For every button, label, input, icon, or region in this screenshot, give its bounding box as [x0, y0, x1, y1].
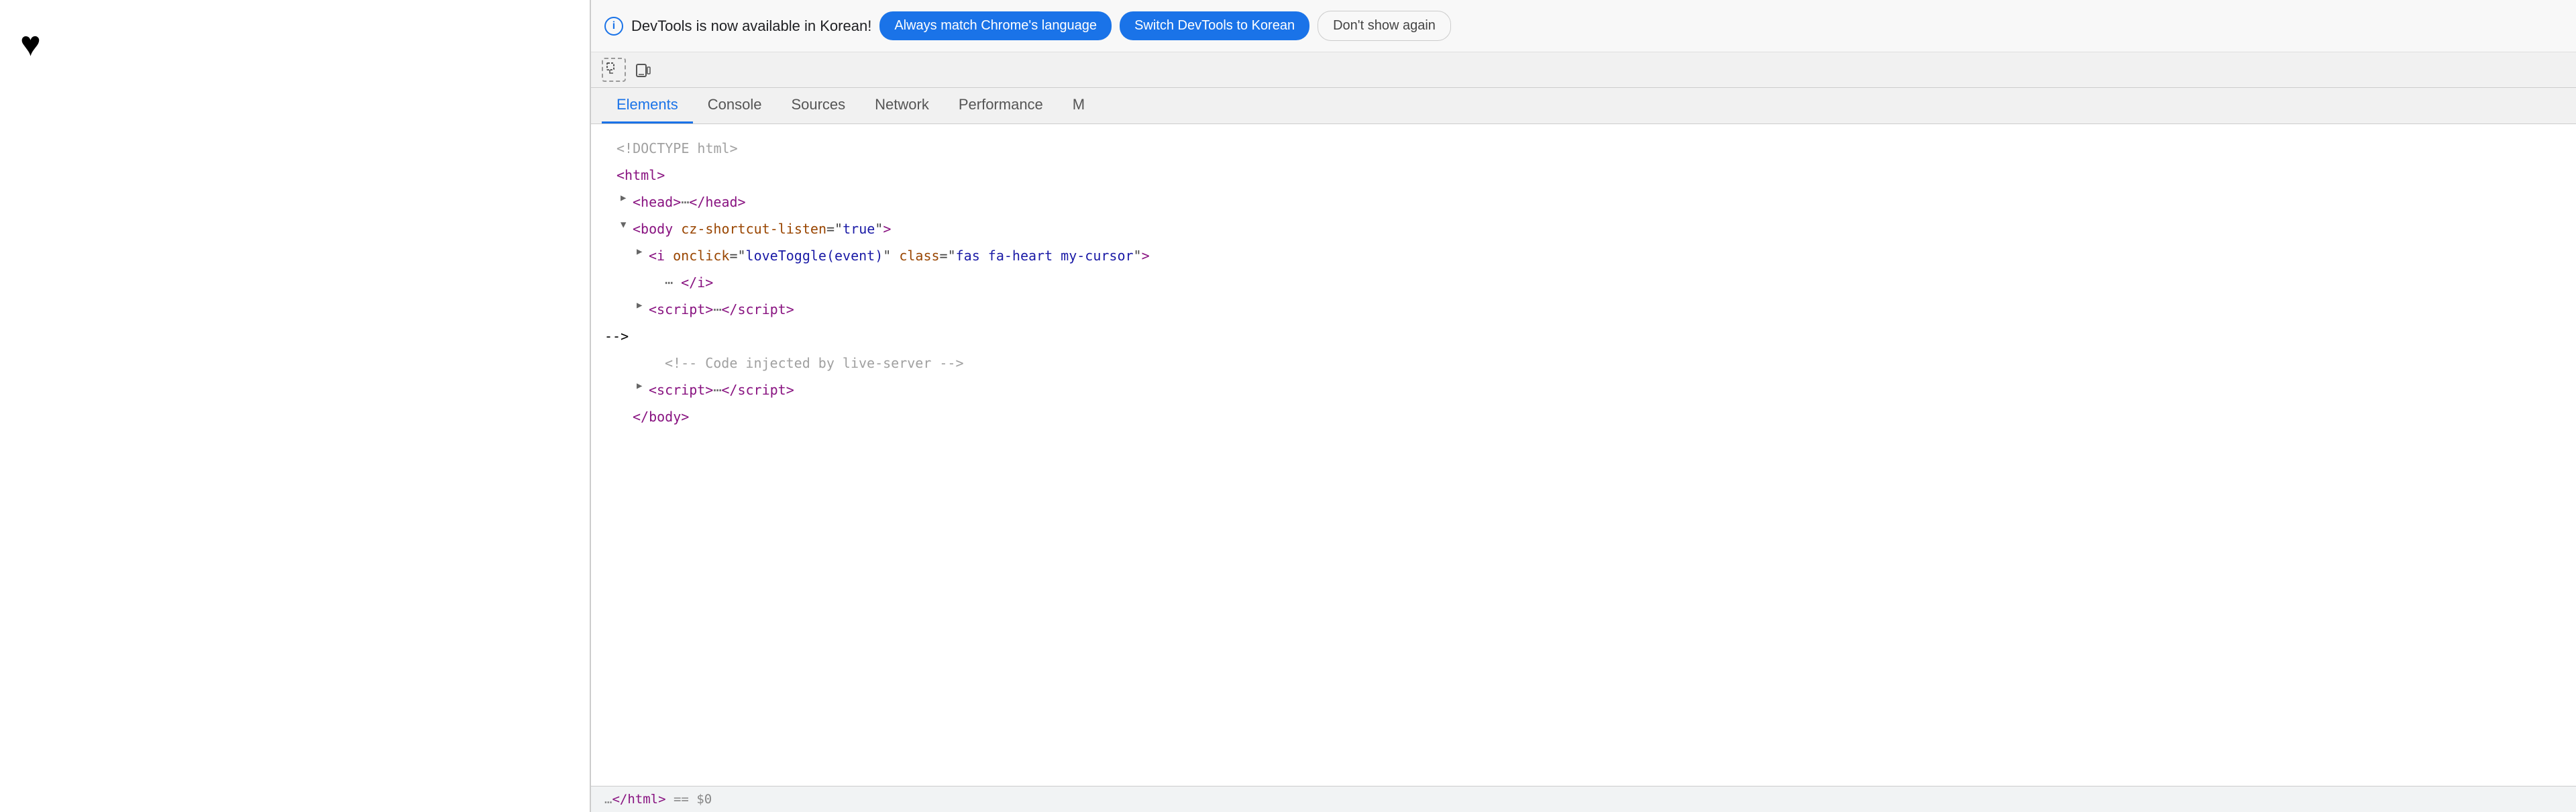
dom-i-ellipsis: ⋯ </i> — [604, 269, 2563, 296]
tab-sources[interactable]: Sources — [776, 88, 860, 123]
devtools-toolbar — [591, 52, 2576, 88]
dom-i-tag[interactable]: <i onclick="loveToggle(event)" class="fa… — [604, 242, 2563, 269]
tab-performance[interactable]: Performance — [944, 88, 1058, 123]
webpage-preview: ♥ — [0, 0, 590, 812]
device-mode-icon[interactable] — [631, 58, 655, 82]
info-icon: i — [604, 17, 623, 36]
dom-comment: <!-- Code injected by live-server --> — [604, 350, 2563, 376]
dom-script1[interactable]: <script>⋯</script> — [604, 296, 2563, 323]
dont-show-button[interactable]: Don't show again — [1318, 11, 1451, 41]
dom-doctype: <!DOCTYPE html> — [604, 135, 2563, 162]
dom-body-open[interactable]: <body cz-shortcut-listen="true" > — [604, 215, 2563, 242]
status-bar: …</html> == $0 — [591, 786, 2576, 812]
notification-bar: i DevTools is now available in Korean! A… — [591, 0, 2576, 52]
heart-icon: ♥ — [20, 27, 41, 62]
elements-panel: <!DOCTYPE html> <html> <head>⋯</head> <b… — [591, 124, 2576, 786]
notification-message: DevTools is now available in Korean! — [631, 17, 871, 35]
always-match-button[interactable]: Always match Chrome's language — [879, 11, 1112, 40]
dom-body-close: </body> — [604, 403, 2563, 430]
switch-devtools-button[interactable]: Switch DevTools to Korean — [1120, 11, 1309, 40]
tab-more[interactable]: M — [1058, 88, 1099, 123]
tab-network[interactable]: Network — [860, 88, 944, 123]
devtools-tabs: Elements Console Sources Network Perform… — [591, 88, 2576, 124]
inspect-element-icon[interactable] — [602, 58, 626, 82]
dom-script2[interactable]: <script>⋯</script> — [604, 376, 2563, 403]
devtools-panel: i DevTools is now available in Korean! A… — [590, 0, 2576, 812]
status-text: …</html> == $0 — [604, 792, 712, 807]
tab-elements[interactable]: Elements — [602, 88, 693, 123]
dom-html-open: <html> — [604, 162, 2563, 189]
dom-head[interactable]: <head>⋯</head> — [604, 189, 2563, 215]
tab-console[interactable]: Console — [693, 88, 777, 123]
